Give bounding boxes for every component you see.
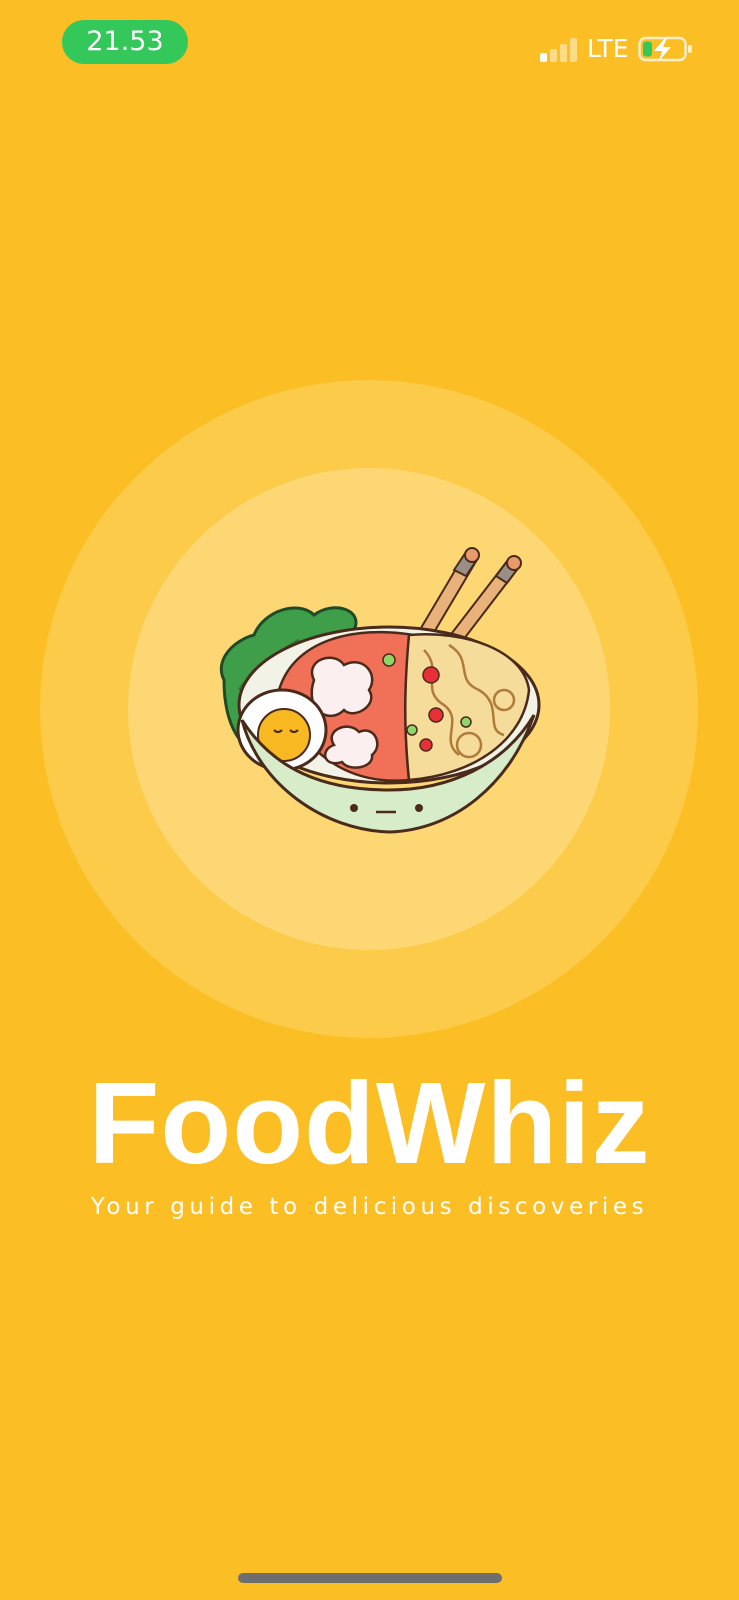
status-bar: 21.53 LTE	[0, 0, 739, 90]
cellular-signal-icon	[540, 38, 580, 62]
battery-charging-icon	[638, 36, 692, 62]
home-indicator[interactable]	[238, 1573, 502, 1583]
ramen-bowl-illustration	[219, 547, 541, 834]
splash-artwork	[40, 380, 698, 1038]
network-type-label: LTE	[587, 34, 629, 63]
app-tagline: Your guide to delicious discoveries	[90, 1194, 649, 1220]
app-title: FoodWhiz	[88, 1058, 651, 1188]
status-time: 21.53	[62, 20, 188, 64]
